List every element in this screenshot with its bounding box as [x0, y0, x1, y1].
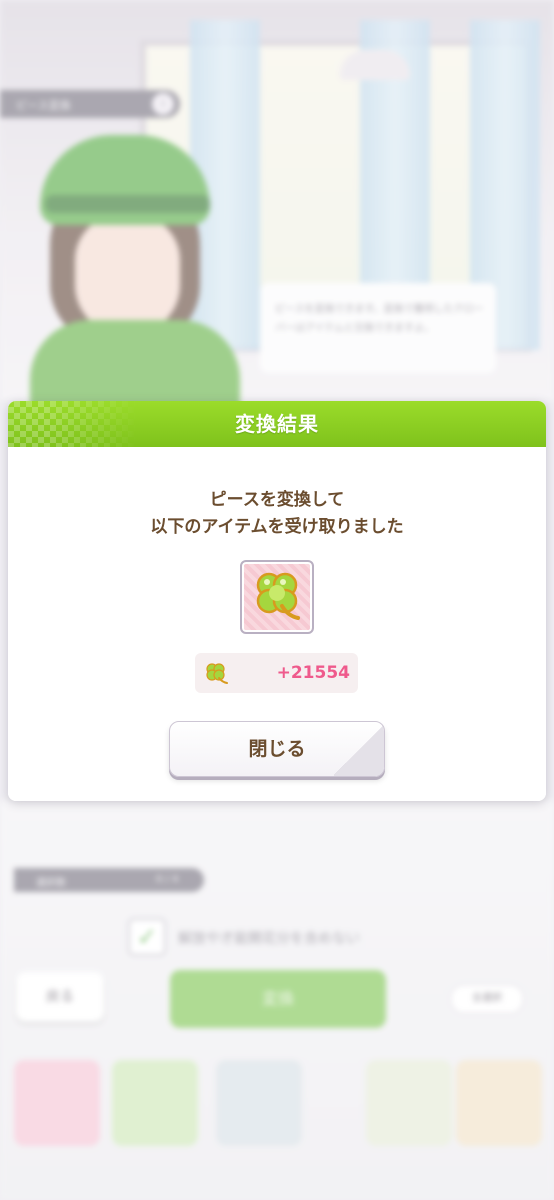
dialog-title: 変換結果	[235, 412, 319, 436]
dialog-header: 変換結果	[8, 401, 546, 447]
close-button[interactable]: 閉じる	[169, 721, 385, 777]
result-message-line2: 以下のアイテムを受け取りました	[150, 517, 404, 537]
dialog-body: ピースを変換して 以下のアイテムを受け取りました +21554 閉じる	[8, 447, 546, 801]
clover-icon	[256, 572, 300, 620]
reward-item-frame[interactable]	[240, 560, 314, 634]
close-button-label: 閉じる	[248, 738, 306, 760]
reward-count-value: +21554	[276, 663, 350, 683]
reward-count-box: +21554	[195, 653, 358, 693]
result-message: ピースを変換して 以下のアイテムを受け取りました	[8, 487, 546, 541]
clover-small-icon	[206, 663, 228, 684]
result-message-line1: ピースを変換して	[209, 490, 345, 510]
conversion-result-dialog: 変換結果 ピースを変換して 以下のアイテムを受け取りました +21554 閉じる	[8, 401, 546, 801]
